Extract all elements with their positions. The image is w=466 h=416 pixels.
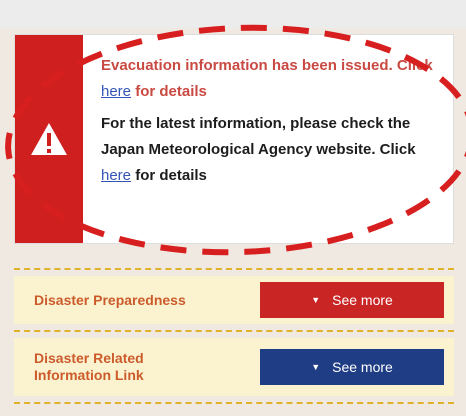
disaster-info-link-label: Disaster Related Information Link <box>34 350 144 383</box>
jma-details-link[interactable]: here <box>101 167 131 184</box>
latest-info-suffix: for details <box>131 167 207 184</box>
latest-info-message: For the latest information, please check… <box>101 111 441 189</box>
alert-text: Evacuation information has been issued. … <box>101 53 441 189</box>
warning-icon <box>31 123 67 155</box>
disaster-preparedness-label: Disaster Preparedness <box>34 292 186 308</box>
see-more-label: See more <box>332 359 393 375</box>
section-separator <box>14 330 454 332</box>
see-more-label: See more <box>332 292 393 308</box>
chevron-down-icon: ▼ <box>311 361 321 372</box>
section-separator <box>14 268 454 270</box>
alert-card: Evacuation information has been issued. … <box>14 34 454 244</box>
alert-bar <box>15 35 83 243</box>
disaster-info-link-row: Disaster Related Information Link ▼ See … <box>14 338 454 396</box>
chevron-down-icon: ▼ <box>311 294 321 305</box>
latest-info-prefix: For the latest information, please check… <box>101 115 416 158</box>
evacuation-details-link[interactable]: here <box>101 83 131 100</box>
disaster-preparedness-see-more-button[interactable]: ▼ See more <box>260 282 444 318</box>
disaster-info-link-see-more-button[interactable]: ▼ See more <box>260 349 444 385</box>
disaster-preparedness-row: Disaster Preparedness ▼ See more <box>14 276 454 324</box>
section-separator <box>14 402 454 404</box>
evacuation-message-prefix: Evacuation information has been issued. … <box>101 57 433 74</box>
evacuation-message: Evacuation information has been issued. … <box>101 53 441 105</box>
evacuation-message-suffix: for details <box>131 83 207 100</box>
top-strip <box>0 0 466 28</box>
